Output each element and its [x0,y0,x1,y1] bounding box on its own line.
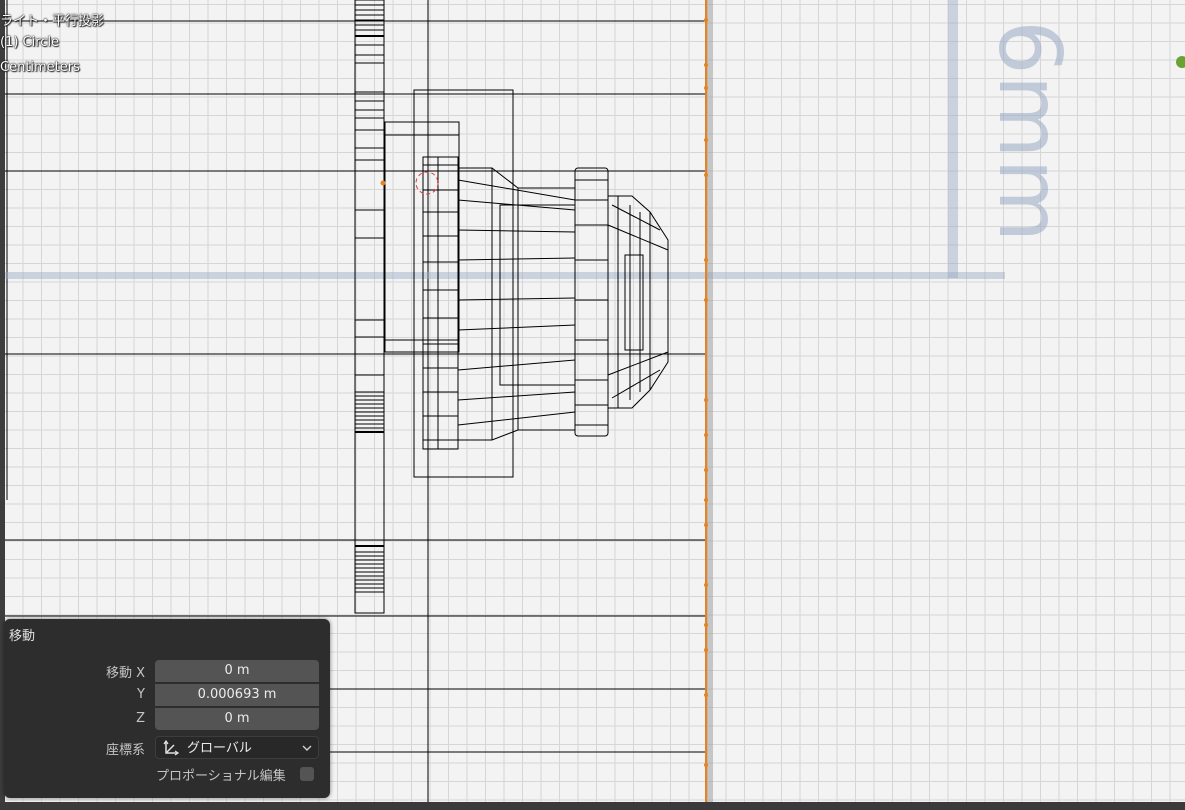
move-x-label: 移動 X [105,666,145,681]
transform-axes-icon [162,737,180,765]
view-name-label: ライト・平行投影 [0,14,105,29]
green-origin-icon [1176,56,1185,68]
proportional-edit-checkbox[interactable] [300,767,314,781]
3d-cursor-icon[interactable] [380,171,439,195]
operator-panel[interactable]: 移動 移動 X 0 m Y 0.000693 m Z 0 m 座標系 グローバル… [4,619,330,798]
move-x-field[interactable]: 0 m [155,660,319,682]
orientation-label: 座標系 [105,743,145,758]
status-bar [0,802,1185,810]
object-name-label: (1) Circle [0,35,60,50]
panel-title[interactable]: 移動 [9,625,35,644]
proportional-edit-label: プロポーショナル編集 [156,769,286,784]
move-z-label: Z [136,711,145,726]
move-y-field[interactable]: 0.000693 m [155,684,319,706]
orientation-value: グローバル [187,741,252,756]
ruler-label: 6mm [979,20,1079,242]
units-label: Centimeters [0,60,80,75]
chevron-down-icon [302,737,312,761]
move-y-label: Y [137,687,145,702]
orientation-select[interactable]: グローバル [155,736,319,759]
move-z-field[interactable]: 0 m [155,708,319,730]
